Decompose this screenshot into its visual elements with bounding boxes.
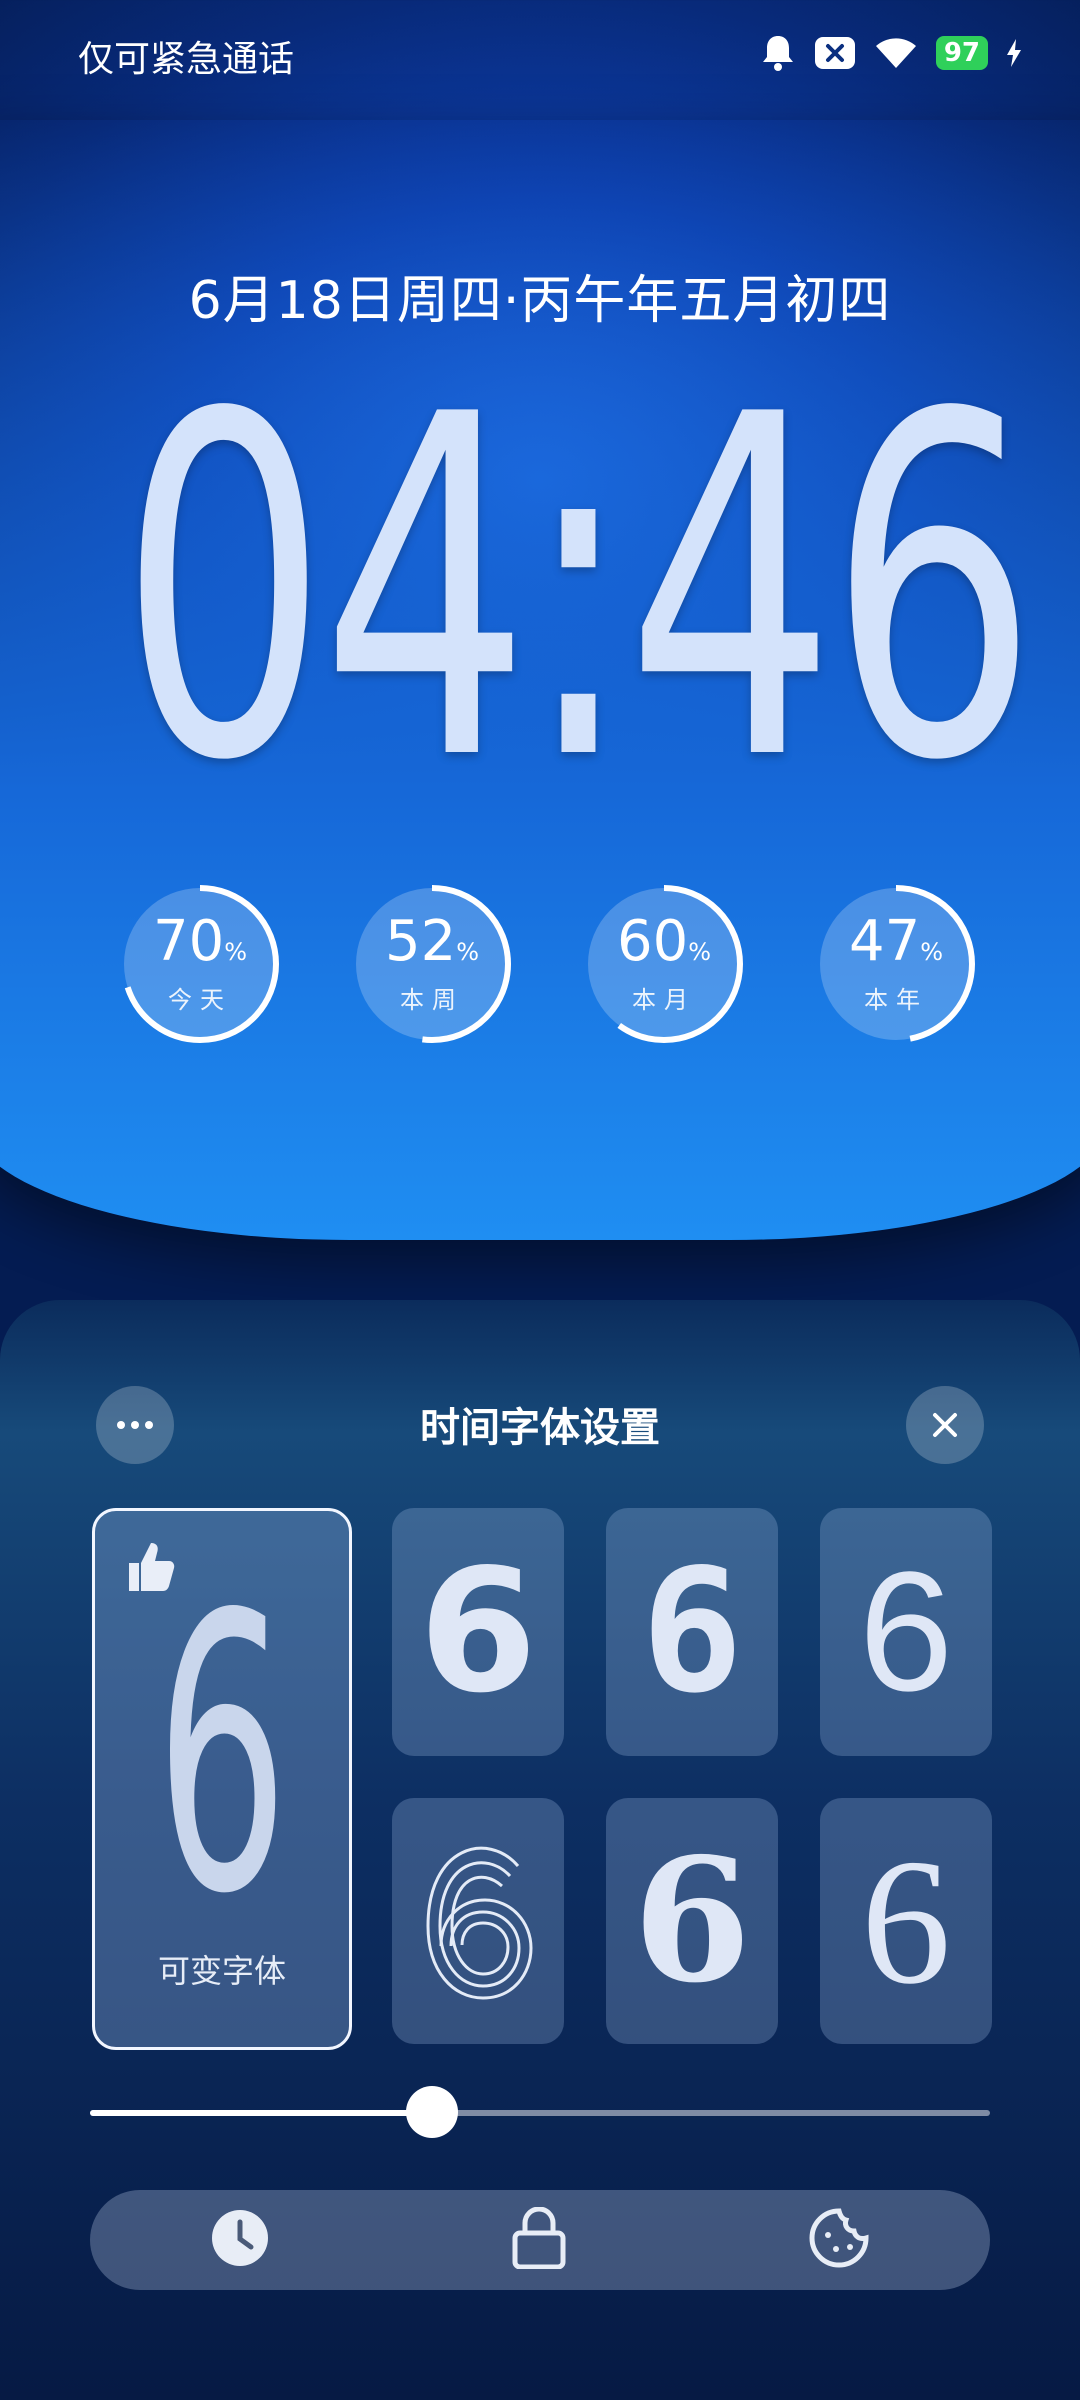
tab-clock[interactable] — [210, 2208, 270, 2272]
no-sim-icon — [814, 37, 855, 69]
progress-label: 本周 — [400, 986, 464, 1014]
progress-ring-year: 47% 本年 — [814, 882, 978, 1046]
font-preview-variable: 6 — [155, 1534, 289, 1977]
slider-fill — [90, 2110, 432, 2116]
font-preview: 6 — [858, 1537, 954, 1727]
font-option-2[interactable]: 6 — [392, 1508, 564, 1756]
progress-ring-week: 52% 本周 — [350, 882, 514, 1046]
clock-time: 04:46 — [118, 316, 1038, 863]
progress-value: 47 — [848, 909, 921, 974]
clock-icon — [212, 2210, 269, 2266]
fingerprint-six-glyph — [426, 1846, 533, 2000]
wifi-icon — [875, 38, 916, 68]
close-icon — [933, 1413, 957, 1437]
progress-label: 本年 — [864, 986, 928, 1014]
progress-ring-month: 60% 本月 — [582, 882, 746, 1046]
font-option-7[interactable]: 6 — [820, 1798, 992, 2044]
progress-rings: 70% 今天 52% 本周 60% 本月 47% 本年 — [118, 882, 978, 1046]
tab-lock[interactable] — [511, 2206, 567, 2273]
progress-value: 70 — [152, 909, 225, 974]
close-button[interactable] — [906, 1386, 984, 1464]
font-preview: 6 — [640, 1533, 744, 1731]
battery-level: 97 — [935, 36, 988, 70]
tab-style[interactable] — [808, 2207, 870, 2273]
font-option-4[interactable]: 6 — [820, 1508, 992, 1756]
font-option-variable[interactable]: 6 可变字体 — [92, 1508, 352, 2050]
carrier-text: 仅可紧急通话 — [78, 39, 295, 80]
font-preview: 6 — [632, 1821, 752, 2021]
progress-ring-today: 70% 今天 — [118, 882, 282, 1046]
font-option-5[interactable] — [392, 1798, 564, 2044]
font-preview: 6 — [418, 1533, 538, 1731]
slider-knob[interactable] — [406, 2086, 458, 2138]
bottom-tab-bar — [90, 2190, 990, 2290]
status-icons: 97 — [760, 34, 1022, 72]
progress-value: 52 — [384, 909, 457, 974]
font-preview: 6 — [861, 1821, 951, 2021]
bell-icon — [762, 36, 793, 71]
status-bar: 仅可紧急通话 97 — [0, 0, 1080, 110]
progress-label: 本月 — [632, 986, 696, 1014]
font-option-6[interactable]: 6 — [606, 1798, 778, 2044]
font-option-3[interactable]: 6 — [606, 1508, 778, 1756]
lock-icon — [512, 2206, 566, 2270]
palette-icon — [809, 2208, 869, 2268]
progress-label: 今天 — [168, 986, 232, 1014]
charging-icon — [1007, 39, 1021, 67]
progress-value: 60 — [616, 909, 689, 974]
weight-slider[interactable] — [90, 2086, 990, 2138]
